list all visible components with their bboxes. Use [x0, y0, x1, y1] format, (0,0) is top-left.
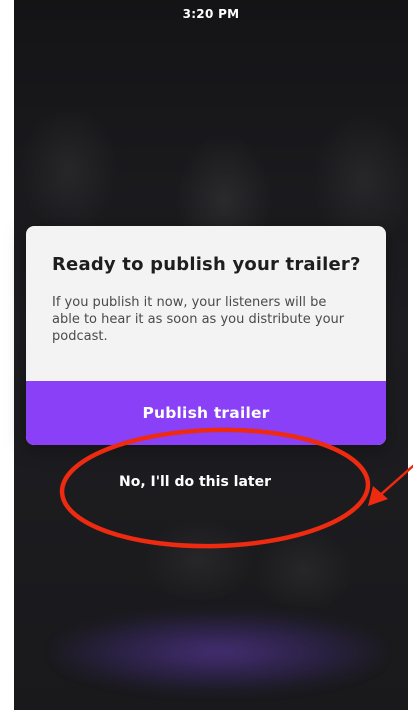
publish-trailer-dialog: Ready to publish your trailer? If you pu…: [26, 226, 386, 445]
dialog-title: Ready to publish your trailer?: [52, 254, 361, 275]
do-this-later-button[interactable]: No, I'll do this later: [100, 468, 290, 496]
screenshot-root: 3:20 PM Ready to publish your trailer? I…: [0, 0, 413, 723]
purple-glow-background: [54, 612, 384, 692]
dialog-body-text: If you publish it now, your listeners wi…: [52, 295, 345, 344]
publish-trailer-button[interactable]: Publish trailer: [26, 381, 386, 445]
status-bar-time: 3:20 PM: [182, 7, 240, 21]
